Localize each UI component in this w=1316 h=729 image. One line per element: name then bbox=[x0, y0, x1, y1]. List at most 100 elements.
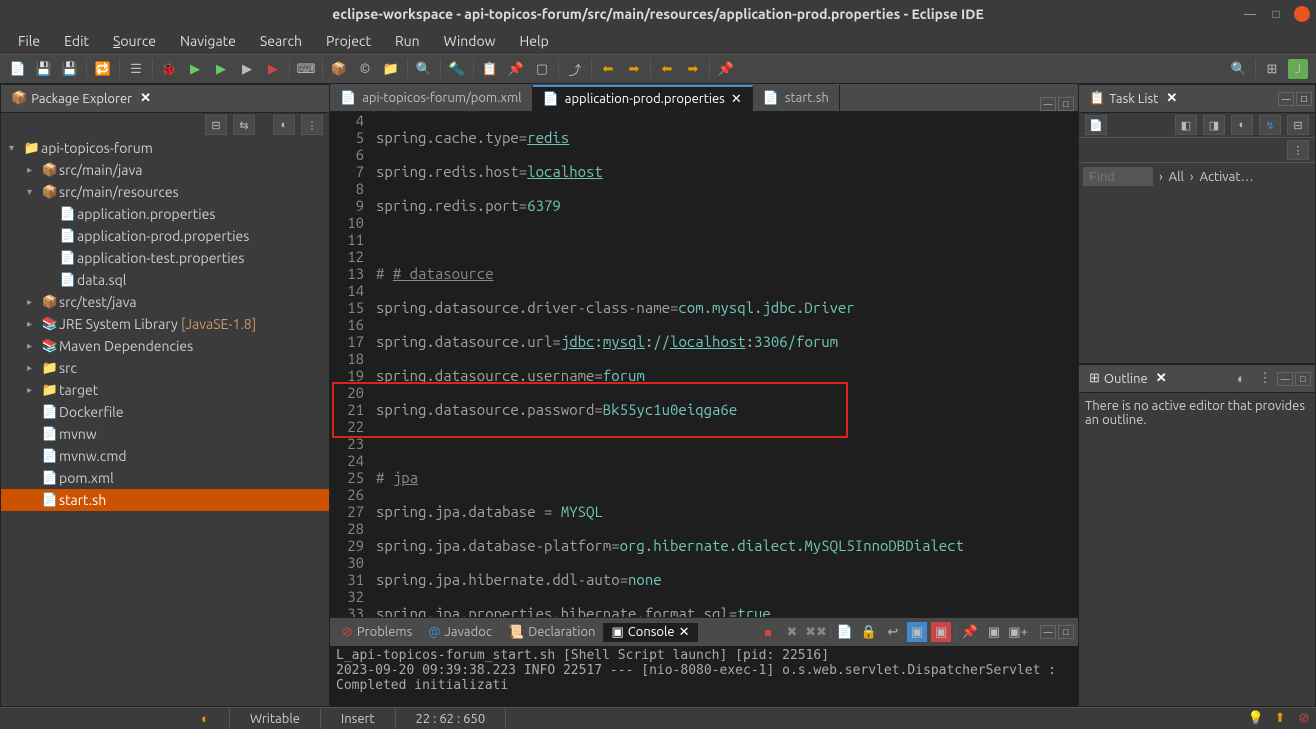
switch-icon[interactable]: 🔁 bbox=[93, 59, 113, 79]
tab-start-sh[interactable]: 📄start.sh bbox=[753, 85, 840, 111]
terminate-icon[interactable]: ■ bbox=[758, 622, 778, 642]
menu-search[interactable]: Search bbox=[250, 31, 312, 51]
task-list-tab[interactable]: 📋 Task List ✕ bbox=[1083, 89, 1183, 108]
remove-all-icon[interactable]: ✖✖ bbox=[806, 622, 826, 642]
tab-declaration[interactable]: 📜Declaration bbox=[500, 623, 604, 642]
open-perspective-icon[interactable]: ⊞ bbox=[1262, 59, 1282, 79]
tab-pom[interactable]: 📄api-topicos-forum/pom.xml bbox=[330, 85, 533, 111]
minimize-view-icon[interactable]: — bbox=[1040, 625, 1056, 639]
tab-problems[interactable]: ⊘Problems bbox=[334, 623, 420, 642]
close-icon[interactable]: ✕ bbox=[679, 625, 690, 640]
minimize-view-icon[interactable]: — bbox=[1277, 372, 1293, 386]
schedule-icon[interactable]: ◨ bbox=[1203, 115, 1225, 135]
tree-application-properties[interactable]: application.properties bbox=[77, 206, 215, 222]
tip-icon[interactable]: 💡 bbox=[1246, 709, 1266, 729]
categorize-icon[interactable]: ◧ bbox=[1175, 115, 1197, 135]
next-annotation-icon[interactable]: ➡ bbox=[624, 59, 644, 79]
tree-src-main-resources[interactable]: src/main/resources bbox=[59, 184, 179, 200]
menu-edit[interactable]: Edit bbox=[54, 31, 99, 51]
terminal-icon[interactable]: ⌨ bbox=[296, 59, 316, 79]
tree-application-test[interactable]: application-test.properties bbox=[77, 250, 244, 266]
word-wrap-icon[interactable]: ↩ bbox=[883, 622, 903, 642]
error-log-icon[interactable]: ⊘ bbox=[1294, 709, 1314, 729]
tree-mvnw[interactable]: mvnw bbox=[59, 426, 97, 442]
outline-tab[interactable]: ⊞ Outline ✕ bbox=[1083, 369, 1173, 388]
scroll-lock-icon[interactable]: 🔒 bbox=[859, 622, 879, 642]
new-task-icon[interactable]: 📄 bbox=[1085, 115, 1107, 135]
new-folder-icon[interactable]: 📁 bbox=[381, 59, 401, 79]
run-last-icon[interactable]: ▶ bbox=[237, 59, 257, 79]
minimize-view-icon[interactable]: — bbox=[1040, 97, 1056, 111]
maximize-view-icon[interactable]: □ bbox=[1058, 97, 1074, 111]
sync-icon[interactable]: ↯ bbox=[1259, 115, 1281, 135]
menu-navigate[interactable]: Navigate bbox=[170, 31, 246, 51]
pin-icon[interactable]: 📌 bbox=[716, 59, 736, 79]
menu-project[interactable]: Project bbox=[316, 31, 381, 51]
tree-src-test-java[interactable]: src/test/java bbox=[59, 294, 137, 310]
maximize-view-icon[interactable]: □ bbox=[1296, 92, 1312, 106]
ext-tools-icon[interactable]: ▶ bbox=[263, 59, 283, 79]
skip-breakpoints-icon[interactable]: ⤴ bbox=[565, 59, 585, 79]
tab-console[interactable]: ▣Console✕ bbox=[603, 623, 697, 642]
focus-task-icon[interactable]: ◐ bbox=[273, 115, 295, 135]
tree-maven[interactable]: Maven Dependencies bbox=[59, 338, 193, 354]
view-menu-icon[interactable]: ⋮ bbox=[301, 115, 323, 135]
minimize-view-icon[interactable]: — bbox=[1278, 92, 1294, 106]
tree-pom[interactable]: pom.xml bbox=[59, 470, 114, 486]
coverage-icon[interactable]: ▶ bbox=[211, 59, 231, 79]
package-explorer-tab[interactable]: 📦 Package Explorer ✕ bbox=[5, 89, 157, 108]
tree-dockerfile[interactable]: Dockerfile bbox=[59, 404, 124, 420]
tree-src[interactable]: src bbox=[59, 360, 77, 376]
clear-console-icon[interactable]: 📄 bbox=[835, 622, 855, 642]
close-icon[interactable]: ✕ bbox=[1166, 91, 1177, 106]
open-task-icon[interactable]: 📋 bbox=[480, 59, 500, 79]
progress-icon[interactable]: ◐ bbox=[201, 711, 209, 726]
run-icon[interactable]: ▶ bbox=[185, 59, 205, 79]
project-tree[interactable]: ▾📁api-topicos-forum ▸📦src/main/java ▾📦sr… bbox=[1, 137, 329, 706]
show-console-icon[interactable]: ▣ bbox=[907, 622, 927, 642]
close-icon[interactable]: ✕ bbox=[1156, 371, 1167, 386]
task-marker-icon[interactable]: 📌 bbox=[506, 59, 526, 79]
pin-console-icon[interactable]: 📌 bbox=[960, 622, 980, 642]
tree-project[interactable]: api-topicos-forum bbox=[41, 140, 153, 156]
maximize-button[interactable]: □ bbox=[1268, 6, 1284, 22]
menu-source[interactable]: Source bbox=[103, 31, 166, 51]
console-output[interactable]: L_api-topicos-forum_start.sh [Shell Scri… bbox=[330, 646, 1078, 707]
editor-area[interactable]: 4567891011121314151617181920212223242526… bbox=[330, 112, 1078, 617]
view-menu-icon[interactable]: ⋮ bbox=[1255, 369, 1275, 389]
link-editor-icon[interactable]: ⇆ bbox=[233, 115, 255, 135]
tree-start-sh[interactable]: start.sh bbox=[59, 492, 106, 508]
focus-outline-icon[interactable]: ◐ bbox=[1231, 369, 1251, 389]
display-console-icon[interactable]: ▣ bbox=[984, 622, 1004, 642]
update-icon[interactable]: ⬆ bbox=[1270, 709, 1290, 729]
find-input[interactable] bbox=[1083, 167, 1153, 186]
save-all-icon[interactable]: 💾 bbox=[60, 59, 80, 79]
remove-launch-icon[interactable]: ✖ bbox=[782, 622, 802, 642]
menu-file[interactable]: File bbox=[8, 31, 50, 51]
minimize-button[interactable]: — bbox=[1242, 6, 1258, 22]
list-icon[interactable]: ☰ bbox=[126, 59, 146, 79]
focus-icon[interactable]: ◐ bbox=[1231, 115, 1253, 135]
filter-all[interactable]: All bbox=[1169, 170, 1184, 184]
tree-jre[interactable]: JRE System Library [JavaSE-1.8] bbox=[59, 316, 256, 332]
collapse-all-icon[interactable]: ⊟ bbox=[205, 115, 227, 135]
java-perspective-icon[interactable]: J bbox=[1288, 59, 1308, 79]
tree-src-main-java[interactable]: src/main/java bbox=[59, 162, 142, 178]
close-button[interactable] bbox=[1294, 6, 1310, 22]
tab-application-prod[interactable]: 📄application-prod.properties✕ bbox=[533, 85, 753, 111]
collapse-tasks-icon[interactable]: ⊟ bbox=[1287, 115, 1309, 135]
back-icon[interactable]: ⬅ bbox=[657, 59, 677, 79]
task-repo-icon[interactable]: ▢ bbox=[532, 59, 552, 79]
menu-help[interactable]: Help bbox=[510, 31, 559, 51]
search-icon[interactable]: 🔦 bbox=[447, 59, 467, 79]
tree-application-prod[interactable]: application-prod.properties bbox=[77, 228, 249, 244]
open-type-icon[interactable]: 🔍 bbox=[414, 59, 434, 79]
menu-run[interactable]: Run bbox=[385, 31, 430, 51]
show-console-err-icon[interactable]: ▣ bbox=[931, 622, 951, 642]
forward-icon[interactable]: ➡ bbox=[683, 59, 703, 79]
new-icon[interactable]: 📄 bbox=[8, 59, 28, 79]
tree-mvnw-cmd[interactable]: mvnw.cmd bbox=[59, 448, 127, 464]
debug-icon[interactable]: 🐞 bbox=[159, 59, 179, 79]
menu-window[interactable]: Window bbox=[434, 31, 506, 51]
tree-target[interactable]: target bbox=[59, 382, 98, 398]
